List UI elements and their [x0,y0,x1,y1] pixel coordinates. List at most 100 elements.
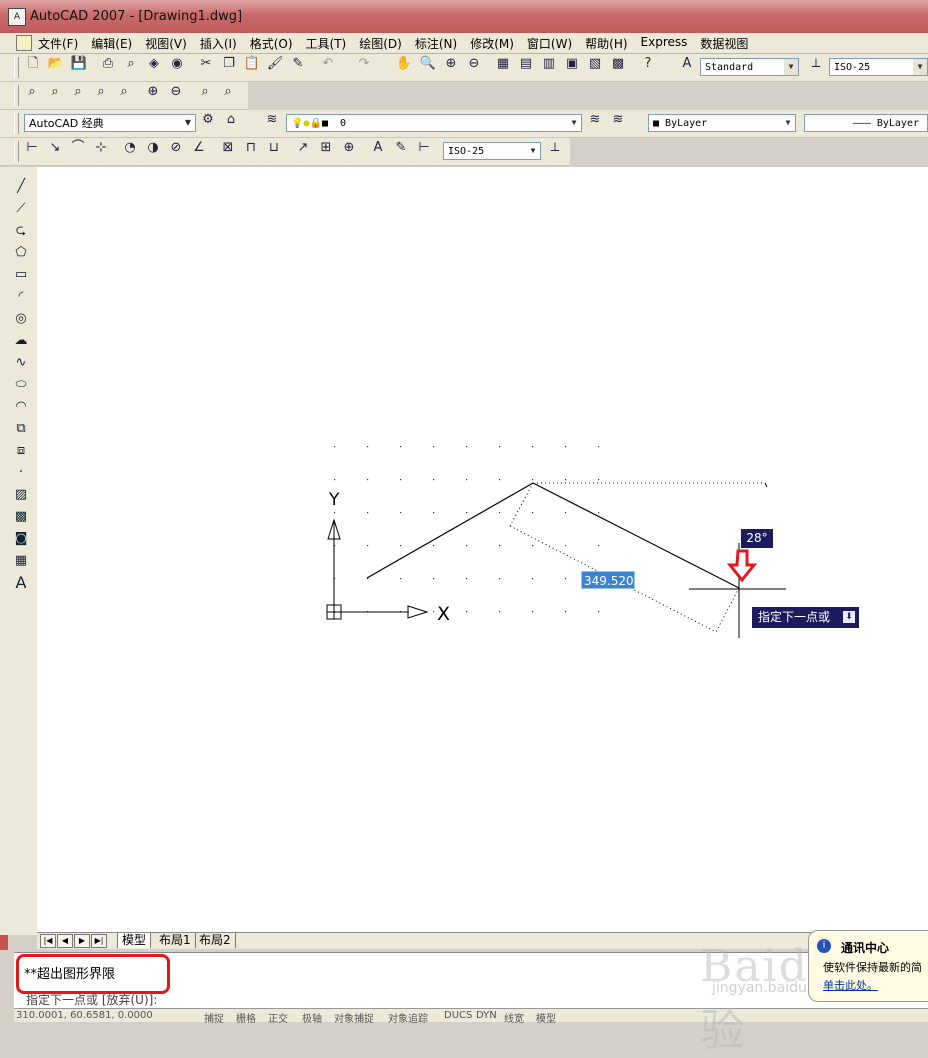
arc-length-icon[interactable]: ⌒ [68,138,88,158]
menu-dimension[interactable]: 标注(N) [415,35,457,52]
line-icon[interactable]: ╱ [11,177,31,197]
snap-toggle[interactable]: 捕捉 [204,1010,224,1025]
menu-tools[interactable]: 工具(T) [306,35,347,52]
center-mark-icon[interactable]: ⊕ [339,138,359,158]
menu-edit[interactable]: 编辑(E) [91,35,132,52]
color-select[interactable]: ■ ByLayer ▼ [648,114,796,132]
chevron-down-icon[interactable]: ▼ [781,115,795,131]
sheet-set-icon[interactable]: ▣ [562,54,582,74]
baseline-dimension-icon[interactable]: ⊓ [241,138,261,158]
communication-center-balloon[interactable]: i 通讯中心 使软件保持最新的简 单击此处。 [808,930,928,1002]
menu-format[interactable]: 格式(O) [250,35,293,52]
chevron-down-icon[interactable]: ▼ [567,115,581,131]
balloon-link[interactable]: 单击此处。 [823,977,878,993]
first-tab-icon[interactable]: |◀ [40,934,56,948]
multiline-text-icon[interactable]: A [11,573,31,593]
help-icon[interactable]: ? [638,54,658,74]
zoom-out-icon[interactable]: ⊖ [166,82,186,102]
new-file-icon[interactable]: 🗋 [23,54,43,74]
calculator-icon[interactable]: ▩ [608,54,628,74]
rectangle-icon[interactable]: ▭ [11,265,31,285]
menu-draw[interactable]: 绘图(D) [359,35,402,52]
dim-style-icon[interactable]: ⟂ [806,54,826,74]
undo-icon[interactable]: ↶ [318,54,338,74]
menu-window[interactable]: 窗口(W) [527,35,572,52]
radius-dimension-icon[interactable]: ◔ [120,138,140,158]
angle-input-field[interactable]: 28° [741,529,773,548]
linear-dimension-icon[interactable]: ⊢ [22,138,42,158]
tab-layout2[interactable]: 布局2 [195,933,236,948]
down-arrow-icon[interactable]: ⬇ [843,611,855,623]
menu-express[interactable]: Express [641,35,688,52]
chevron-down-icon[interactable]: ▼ [181,115,195,131]
chevron-down-icon[interactable]: ▼ [913,59,927,75]
next-tab-icon[interactable]: ▶ [74,934,90,948]
tool-palettes-icon[interactable]: ▥ [539,54,559,74]
angular-dimension-icon[interactable]: ∠ [189,138,209,158]
aligned-dimension-icon[interactable]: ↘ [45,138,65,158]
make-layer-current-icon[interactable]: ≋ [585,110,605,130]
zoom-previous-icon[interactable]: ⊖ [464,54,484,74]
text-style-select[interactable]: Standard ▼ [700,58,799,76]
pan-icon[interactable]: ✋ [394,54,414,74]
menu-help[interactable]: 帮助(H) [585,35,627,52]
dyn-toggle[interactable]: DYN [476,1010,497,1021]
revision-cloud-icon[interactable]: ☁ [11,331,31,351]
dim-style-select-2[interactable]: ISO-25 ▼ [443,142,541,160]
tab-model[interactable]: 模型 [117,933,152,948]
ordinate-dimension-icon[interactable]: ⊹ [91,138,111,158]
print-icon[interactable]: ⎙ [98,54,118,74]
length-input-field[interactable]: 349.5201 [581,571,641,589]
otrack-toggle[interactable]: 对象追踪 [388,1010,428,1025]
cut-icon[interactable]: ✂ [196,54,216,74]
continue-dimension-icon[interactable]: ⊔ [264,138,284,158]
save-workspace-icon[interactable]: ⌂ [221,110,241,130]
print-preview-icon[interactable]: ⌕ [121,54,141,74]
block-editor-icon[interactable]: ✎ [288,54,308,74]
gradient-icon[interactable]: ▩ [11,507,31,527]
ducs-toggle[interactable]: DUCS [444,1010,472,1021]
diameter-dimension-icon[interactable]: ⊘ [166,138,186,158]
paste-icon[interactable]: 📋 [242,54,262,74]
tab-layout1[interactable]: 布局1 [155,933,196,948]
dimension-text-edit-icon[interactable]: ✎ [391,138,411,158]
design-center-icon[interactable]: ▤ [516,54,536,74]
document-icon[interactable] [16,35,32,51]
zoom-window-icon[interactable]: ⌕ [22,82,42,102]
dimension-edit-icon[interactable]: A [368,138,388,158]
match-properties-icon[interactable]: 🖌 [265,54,285,74]
toolbar-grip[interactable] [14,113,19,134]
chevron-down-icon[interactable]: ▼ [784,59,798,75]
redo-icon[interactable]: ↷ [354,54,374,74]
prev-tab-icon[interactable]: ◀ [57,934,73,948]
table-icon[interactable]: ▦ [11,551,31,571]
workspace-settings-icon[interactable]: ⚙ [198,110,218,130]
quick-leader-icon[interactable]: ↗ [293,138,313,158]
open-file-icon[interactable]: 📂 [46,54,66,74]
save-icon[interactable]: 💾 [69,54,89,74]
chevron-down-icon[interactable]: ▼ [526,143,540,159]
zoom-extents-icon[interactable]: ⌕ [218,82,238,102]
tolerance-icon[interactable]: ⊞ [316,138,336,158]
spline-icon[interactable]: ∿ [11,353,31,373]
osnap-toggle[interactable]: 对象捕捉 [334,1010,374,1025]
dimension-update-icon[interactable]: ⊢ [414,138,434,158]
last-tab-icon[interactable]: ▶| [91,934,107,948]
markup-icon[interactable]: ▧ [585,54,605,74]
dim-style-select[interactable]: ISO-25 ▼ [829,58,928,76]
toolbar-grip[interactable] [14,57,19,78]
zoom-in-icon[interactable]: ⊕ [143,82,163,102]
insert-block-icon[interactable]: ⧉ [11,419,31,439]
lineweight-toggle[interactable]: 线宽 [504,1010,524,1025]
zoom-center-icon[interactable]: ⌕ [91,82,111,102]
zoom-realtime-icon[interactable]: 🔍 [418,54,438,74]
drawing-canvas[interactable]: Y X 349.5201 28° 指定下一点或 ⬇ [37,167,928,933]
region-icon[interactable]: ◙ [11,529,31,549]
ellipse-arc-icon[interactable]: ◠ [11,397,31,417]
text-style-icon[interactable]: A [677,54,697,74]
polygon-icon[interactable]: ⬠ [11,243,31,263]
hatch-icon[interactable]: ▨ [11,485,31,505]
menu-file[interactable]: 文件(F) [38,35,78,52]
properties-icon[interactable]: ▦ [493,54,513,74]
grid-toggle[interactable]: 栅格 [236,1010,256,1025]
